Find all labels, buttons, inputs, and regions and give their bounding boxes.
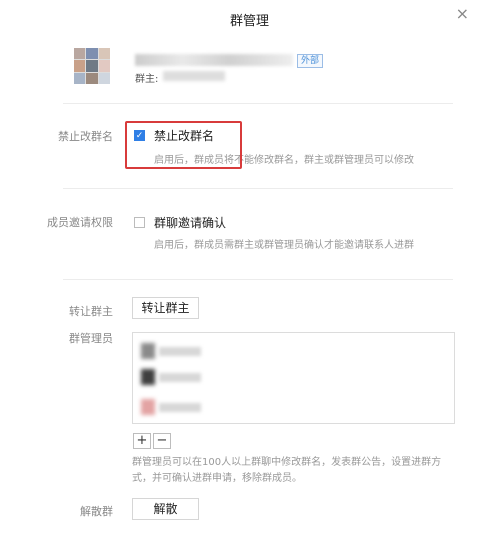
rename-row-label: 禁止改群名 bbox=[58, 130, 113, 143]
admins-note: 群管理员可以在100人以上群聊中修改群名，发表群公告，设置进群方式，并可确认进群… bbox=[132, 457, 442, 484]
owner-label: 群主: bbox=[135, 74, 159, 85]
highlight-box bbox=[125, 121, 242, 169]
list-item[interactable] bbox=[133, 397, 213, 417]
divider bbox=[63, 188, 453, 189]
window-title: 群管理 bbox=[229, 14, 269, 29]
group-name-redacted bbox=[135, 54, 293, 66]
add-admin-button[interactable]: + bbox=[133, 433, 151, 449]
external-badge: 外部 bbox=[297, 54, 324, 68]
owner-name-redacted bbox=[163, 71, 225, 81]
group-avatar bbox=[74, 48, 110, 84]
transfer-owner-button[interactable]: 转让群主 bbox=[132, 297, 199, 319]
dissolve-row-label: 解散群 bbox=[80, 505, 113, 518]
dissolve-button[interactable]: 解散 bbox=[132, 498, 199, 520]
remove-admin-button[interactable]: − bbox=[153, 433, 171, 449]
admin-list[interactable] bbox=[132, 332, 455, 424]
list-item[interactable] bbox=[133, 341, 213, 361]
divider bbox=[63, 103, 453, 104]
list-item[interactable] bbox=[133, 367, 213, 387]
transfer-row-label: 转让群主 bbox=[69, 305, 113, 318]
admins-row-label: 群管理员 bbox=[69, 332, 113, 345]
invite-description: 启用后，群成员需群主或群管理员确认才能邀请联系人进群 bbox=[154, 240, 414, 251]
invite-option-label[interactable]: 群聊邀请确认 bbox=[154, 214, 226, 231]
invite-checkbox[interactable] bbox=[134, 217, 145, 228]
invite-row-label: 成员邀请权限 bbox=[47, 216, 113, 229]
divider bbox=[63, 279, 453, 280]
close-icon[interactable]: × bbox=[456, 4, 469, 23]
